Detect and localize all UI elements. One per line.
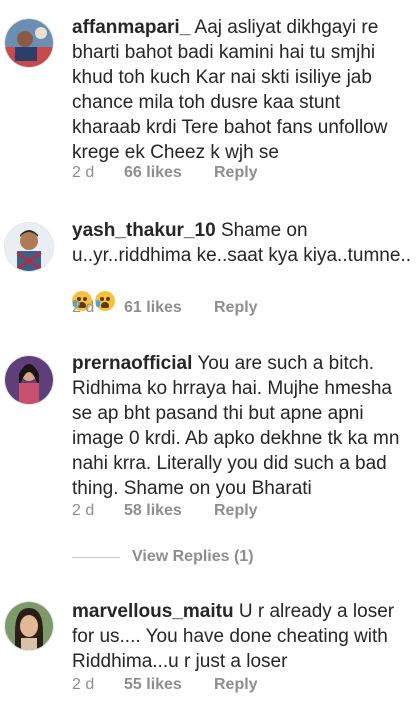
comment-likes[interactable]: 66 likes <box>124 164 214 182</box>
comment-username[interactable]: affanmapari_ <box>72 17 190 38</box>
user-avatar[interactable] <box>4 355 54 405</box>
comment-age: 2 d <box>72 502 95 519</box>
comment-meta: 2 d 61 likes Reply <box>72 299 258 317</box>
comment-username[interactable]: yash_thakur_10 <box>72 220 216 241</box>
user-avatar[interactable] <box>4 222 54 272</box>
user-avatar-yash-icon <box>5 223 53 271</box>
comment-age: 2 d <box>72 299 95 316</box>
user-avatar-maitu-icon <box>5 602 53 650</box>
comment-age: 2 d <box>72 676 95 693</box>
view-replies-divider <box>72 556 120 558</box>
comment-username[interactable]: prernaofficial <box>72 353 192 374</box>
comment-text: affanmapari_ Aaj asliyat dikhgayi re bha… <box>72 15 414 165</box>
comment-likes[interactable]: 61 likes <box>124 299 214 317</box>
view-replies-button[interactable]: View Replies (1) <box>72 548 254 566</box>
comment-likes[interactable]: 58 likes <box>124 502 214 520</box>
comment-text: yash_thakur_10 Shame on u..yr..riddhima … <box>72 218 414 268</box>
reply-button[interactable]: Reply <box>214 164 258 182</box>
reply-button[interactable]: Reply <box>214 676 258 694</box>
user-avatar-affanmapari-icon <box>5 19 53 67</box>
comment-text: marvellous_maitu U r already a loser for… <box>72 599 414 674</box>
comment-likes[interactable]: 55 likes <box>124 676 214 694</box>
user-avatar-prerna-icon <box>5 356 53 404</box>
comment-meta: 2 d 66 likes Reply <box>72 164 258 182</box>
comment-body: You are such a bitch. Ridhima ko hrraya … <box>72 353 400 499</box>
user-avatar[interactable] <box>4 601 54 651</box>
comment-age: 2 d <box>72 164 95 181</box>
view-replies-label[interactable]: View Replies (1) <box>132 548 254 566</box>
comment-username[interactable]: marvellous_maitu <box>72 601 234 622</box>
comment-body: Aaj asliyat dikhgayi re bharti bahot bad… <box>72 17 388 163</box>
comment-meta: 2 d 55 likes Reply <box>72 676 258 694</box>
reply-button[interactable]: Reply <box>214 299 258 317</box>
comment-text: prernaofficial You are such a bitch. Rid… <box>72 351 414 501</box>
reply-button[interactable]: Reply <box>214 502 258 520</box>
user-avatar[interactable] <box>4 18 54 68</box>
comment-meta: 2 d 58 likes Reply <box>72 502 258 520</box>
